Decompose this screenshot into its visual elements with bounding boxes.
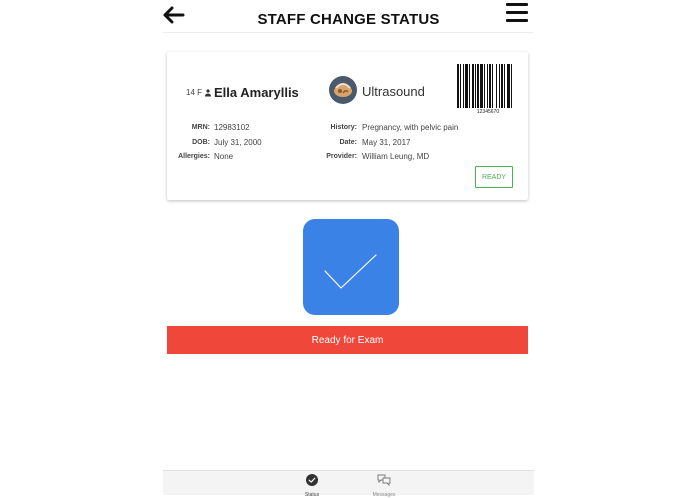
tab-status-label: Status <box>304 492 320 498</box>
barcode-number: 12345670 <box>476 109 500 115</box>
tab-status[interactable]: Status <box>290 473 334 498</box>
allergies-value: None <box>214 152 234 161</box>
checkmark-circle-icon <box>306 474 318 486</box>
patient-age-sex: 14 F <box>186 88 212 97</box>
header: STAFF CHANGE STATUS <box>163 0 534 33</box>
history-value: Pregnancy, with pelvic pain <box>362 123 459 132</box>
date-value: May 31, 2017 <box>362 138 411 147</box>
page-title: STAFF CHANGE STATUS <box>257 11 440 28</box>
dob-label: DOB: <box>192 139 210 146</box>
modality-name: Ultrasound <box>362 84 425 99</box>
hamburger-menu-icon <box>506 3 528 22</box>
ready-status-badge[interactable]: READY <box>475 166 513 188</box>
patient-name: Ella Amaryllis <box>214 85 299 100</box>
ready-for-exam-button[interactable]: Ready for Exam <box>167 326 528 354</box>
patient-card: 14 F Ella Amaryllis Ultrasound 12345670 … <box>167 52 528 200</box>
history-label: History: <box>330 124 357 131</box>
chat-bubbles-icon <box>377 474 391 487</box>
allergies-label: Allergies: <box>178 153 210 160</box>
menu-button[interactable] <box>506 3 528 25</box>
bottom-tab-bar: Status Messages <box>163 470 534 498</box>
mrn-label: MRN: <box>191 124 210 131</box>
confirm-check-button[interactable] <box>303 219 399 315</box>
mrn-value: 12983102 <box>214 123 250 132</box>
barcode <box>457 64 512 108</box>
age-sex-text: 14 F <box>186 88 203 97</box>
provider-label: Provider: <box>326 153 357 160</box>
date-label: Date: <box>339 139 357 146</box>
tab-messages[interactable]: Messages <box>362 473 406 498</box>
checkmark-icon <box>324 254 377 289</box>
person-icon <box>205 89 212 97</box>
tab-messages-label: Messages <box>372 492 396 498</box>
ultrasound-icon <box>329 76 357 104</box>
provider-value: William Leung, MD <box>362 152 430 161</box>
dob-value: July 31, 2000 <box>214 138 262 147</box>
